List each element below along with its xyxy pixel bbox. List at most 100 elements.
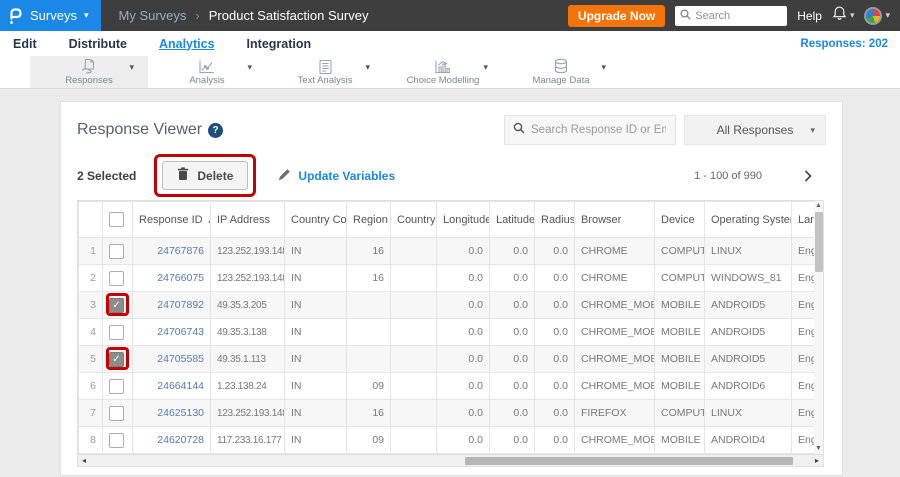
chevron-down-icon[interactable]: ▾ [601,62,606,73]
scroll-left-icon[interactable]: ◂ [79,456,89,465]
response-id-link[interactable]: 24664144 [157,380,204,392]
row-checkbox[interactable]: ✓ [109,297,124,313]
cell-country [390,399,437,427]
breadcrumb-my-surveys[interactable]: My Surveys [119,8,187,23]
chevron-down-icon: ▾ [849,10,855,20]
responses-icon [79,58,99,75]
toolbar-tab-responses[interactable]: ▾ Responses [30,56,148,88]
cell-os: ANDROID4 [704,426,792,454]
sort-ascending-icon: ▲ [207,216,210,225]
global-search-input[interactable] [695,9,776,22]
cell-region: 16 [346,237,391,265]
cell-response_id: 24767876 [132,237,211,265]
toolbar-tab-analysis[interactable]: ▾ Analysis [148,56,266,88]
cell-country_code: IN [284,264,347,292]
column-header-language: Language [791,201,814,238]
vertical-scrollbar-thumb[interactable] [814,212,823,272]
vertical-scrollbar[interactable]: ▲ ▼ [814,200,824,455]
response-id-link[interactable]: 24767876 [157,245,204,257]
column-header-response_id[interactable]: Response ID▲ [132,201,211,238]
table-row: 6 24664144 1.23.138.24 IN 09 0.0 0.0 0.0 CHROME_… [78,372,814,400]
scroll-right-icon[interactable]: ▸ [812,456,822,465]
help-link[interactable]: Help [797,9,822,23]
chevron-down-icon[interactable]: ▾ [483,62,488,73]
row-checkbox[interactable] [109,270,124,286]
response-id-link[interactable]: 24706743 [157,326,204,338]
chevron-down-icon[interactable]: ▾ [129,62,134,73]
row-checkbox[interactable] [109,324,124,340]
cell-check [102,426,133,454]
response-id-link[interactable]: 24707892 [157,299,204,311]
cell-longitude: 0.0 [436,426,490,454]
horizontal-scrollbar[interactable]: ◂ ▸ [77,455,824,467]
table-row: 1 24767876 123.252.193.148 IN 16 0.0 0.0 0.0 CHR… [78,237,814,265]
cell-latitude: 0.0 [489,318,535,346]
column-header-radius: Radius [534,201,575,238]
cell-longitude: 0.0 [436,291,490,319]
response-search[interactable] [504,115,676,145]
response-id-link[interactable]: 24625130 [157,407,204,419]
delete-button[interactable]: Delete [162,161,249,190]
cell-language: English [791,345,814,373]
scroll-up-icon[interactable]: ▲ [815,201,822,211]
analytics-toolbar: ▾ Responses ▾ Analysis ▾ Text Analysis ▾ Choice… [0,56,900,89]
response-id-link[interactable]: 24766075 [157,272,204,284]
next-page-button[interactable] [804,169,812,182]
cell-num: 5 [78,345,103,373]
select-all-checkbox[interactable] [109,212,124,227]
response-search-input[interactable] [531,124,666,136]
row-checkbox[interactable] [109,405,124,421]
update-variables-button[interactable]: Update Variables [278,168,395,184]
breadcrumb-separator-icon: › [195,8,200,23]
toolbar-tab-manage-data[interactable]: ▾ Manage Data [502,56,620,88]
cell-browser: CHROME_MOBILE [574,318,655,346]
nav-tab-distribute[interactable]: Distribute [68,34,128,54]
notifications-menu[interactable]: ▾ [832,5,855,26]
global-search[interactable] [675,5,788,26]
column-header-check[interactable] [102,201,133,238]
row-checkbox[interactable] [109,432,124,448]
cell-browser: FIREFOX [574,399,655,427]
cell-check: ✓ [102,291,133,319]
table-row: 7 24625130 123.252.193.148 IN 16 0.0 0.0 0.0 FIR… [78,399,814,427]
row-checkbox[interactable] [109,378,124,394]
cell-country [390,426,437,454]
selected-count: 2 Selected [77,168,137,183]
horizontal-scrollbar-thumb[interactable] [465,456,794,465]
toolbar-tab-choice-modelling[interactable]: ▾ Choice Modelling [384,56,502,88]
chevron-down-icon: ▾ [83,10,89,20]
scroll-down-icon[interactable]: ▼ [815,444,822,454]
cell-language: English [791,237,814,265]
row-checkbox[interactable] [109,243,124,259]
chevron-down-icon[interactable]: ▾ [365,62,370,73]
cell-longitude: 0.0 [436,345,490,373]
cell-region: 16 [346,264,391,292]
cell-response_id: 24625130 [132,399,211,427]
row-checkbox[interactable]: ✓ [109,351,124,367]
cell-longitude: 0.0 [436,399,490,427]
search-icon [513,121,525,139]
responses-count[interactable]: Responses: 202 [800,38,888,50]
cell-country_code: IN [284,318,347,346]
cell-region [346,291,391,319]
manage-data-icon [553,58,569,75]
product-menu[interactable]: Surveys ▾ [0,0,101,31]
response-filter-dropdown[interactable]: All Responses ▾ [684,115,826,145]
nav-tab-edit[interactable]: Edit [12,34,38,54]
chevron-down-icon[interactable]: ▾ [247,62,252,73]
column-header-longitude: Longitude [436,201,490,238]
table-body: 1 24767876 123.252.193.148 IN 16 0.0 0.0 0.0 CHR… [78,237,814,454]
response-id-link[interactable]: 24705585 [157,353,204,365]
cell-browser: CHROME [574,237,655,265]
toolbar-tab-text-analysis[interactable]: ▾ Text Analysis [266,56,384,88]
upgrade-now-button[interactable]: Upgrade Now [567,4,666,27]
cell-num: 8 [78,426,103,454]
account-menu[interactable]: ▾ [864,6,890,25]
nav-tab-integration[interactable]: Integration [246,34,313,54]
main-area: Response Viewer ? All Responses ▾ 2 Sele… [0,89,900,477]
nav-tab-analytics[interactable]: Analytics [158,34,216,54]
cell-radius: 0.0 [534,345,575,373]
response-id-link[interactable]: 24620728 [157,434,204,446]
help-icon[interactable]: ? [208,122,224,138]
column-header-os: Operating System [704,201,792,238]
